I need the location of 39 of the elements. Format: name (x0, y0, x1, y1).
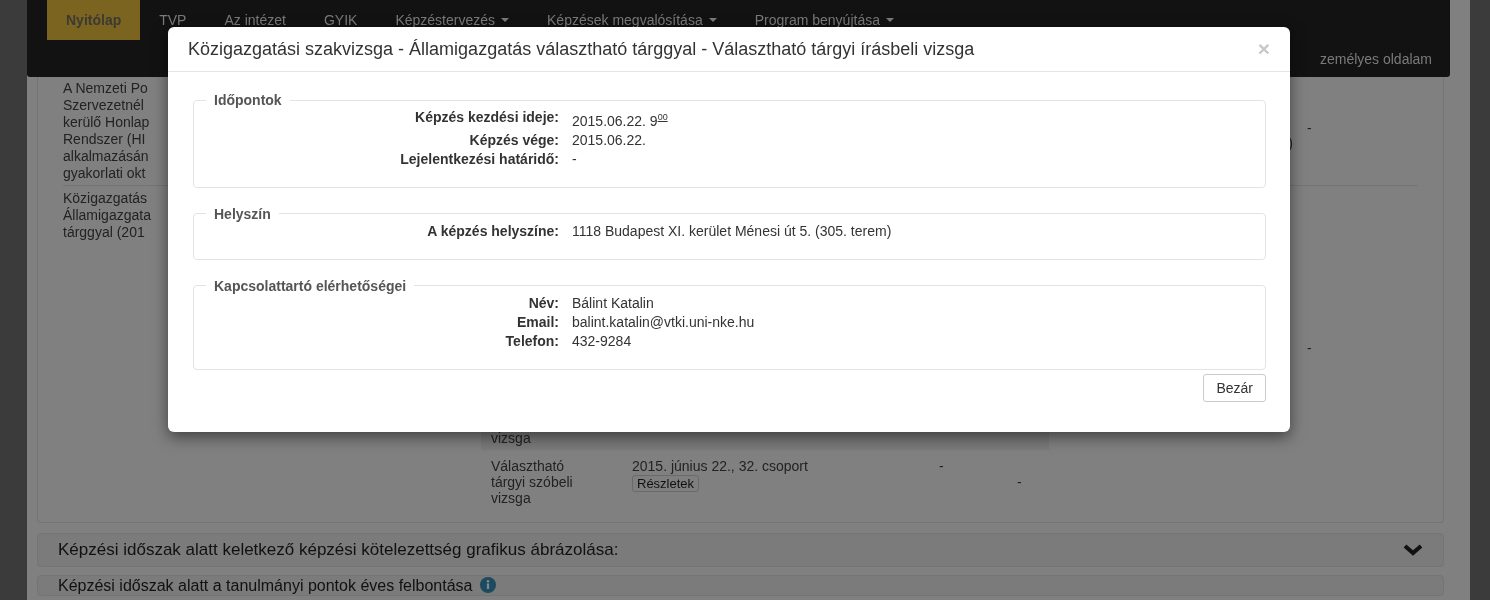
session-name: Választható tárgyi szóbeli vizsga (491, 458, 574, 506)
table-cell: - (1307, 120, 1312, 136)
field-value: Bálint Katalin (572, 293, 654, 313)
panel-title: Képzési időszak alatt a tanulmányi pontok éves felbontása (58, 577, 473, 595)
field-value: 2015.06.22. 9$^{00}$ (572, 111, 668, 131)
chevron-down-icon (1403, 544, 1423, 556)
table-cell: - (1307, 340, 1312, 356)
field-label: Email: (517, 312, 559, 332)
field-label: A képzés helyszíne: (427, 221, 559, 241)
section-legend: Helyszín (206, 205, 279, 222)
collapsible-panel-header[interactable]: Képzési időszak alatt keletkező képzési kötelezettség grafikus ábrázolása: (37, 533, 1444, 567)
course-title: Közigazgatás Államigazgata tárggyal (201 (63, 190, 151, 241)
nav-tab[interactable]: Képzéstervezés (376, 0, 529, 40)
section-legend: Kapcsolattartó elérhetőségei (206, 277, 415, 294)
field-label: Képzés kezdési ideje: (415, 108, 559, 127)
field-value: 432-9284 (572, 331, 632, 351)
course-title: A Nemzeti Po Szervezetnél kerülő Honlap Rendszer (HI alkalmazásán gyakorlati okt (63, 80, 150, 182)
collapsible-panel-header[interactable]: Képzési időszak alatt a tanulmányi pontok éves felbontása (37, 575, 1444, 596)
field-value: balint.katalin@vtki.uni-nke.hu (572, 312, 755, 332)
nav-tab[interactable]: Képzések megvalósítása (528, 0, 736, 40)
session-name: vizsga (491, 430, 532, 446)
details-button[interactable]: Részletek (632, 475, 700, 492)
field-value: - (572, 149, 577, 169)
close-dialog-button[interactable]: Bezár (1203, 373, 1266, 402)
field-value: 2015.06.22. (572, 130, 646, 150)
nav-tab[interactable]: Program benyújtása (735, 0, 913, 40)
field-label: Név: (528, 293, 559, 313)
section-legend: Időpontok (206, 92, 290, 108)
field-label: Képzés vége: (469, 130, 559, 150)
field-value: 1118 Budapest XI. kerület Ménesi út 5. (305. terem) (572, 221, 892, 241)
modal-title: Közigazgatási szakvizsga - Államigazgatás választható tárggyal - Választható tárgyi írásbeli vizsga (188, 38, 975, 60)
field-label: Lejelentkezési határidő: (400, 149, 559, 169)
table-cell: - (939, 458, 944, 474)
panel-title: Képzési időszak alatt keletkező képzési kötelezettség grafikus ábrázolása: (58, 540, 619, 560)
field-label: Telefon: (505, 331, 559, 351)
session-date: 2015. június 22., 32. csoport (632, 458, 809, 474)
profile-link[interactable]: zemélyes oldalam (1319, 50, 1432, 67)
table-cell: - (1017, 474, 1022, 490)
info-icon (480, 577, 497, 593)
